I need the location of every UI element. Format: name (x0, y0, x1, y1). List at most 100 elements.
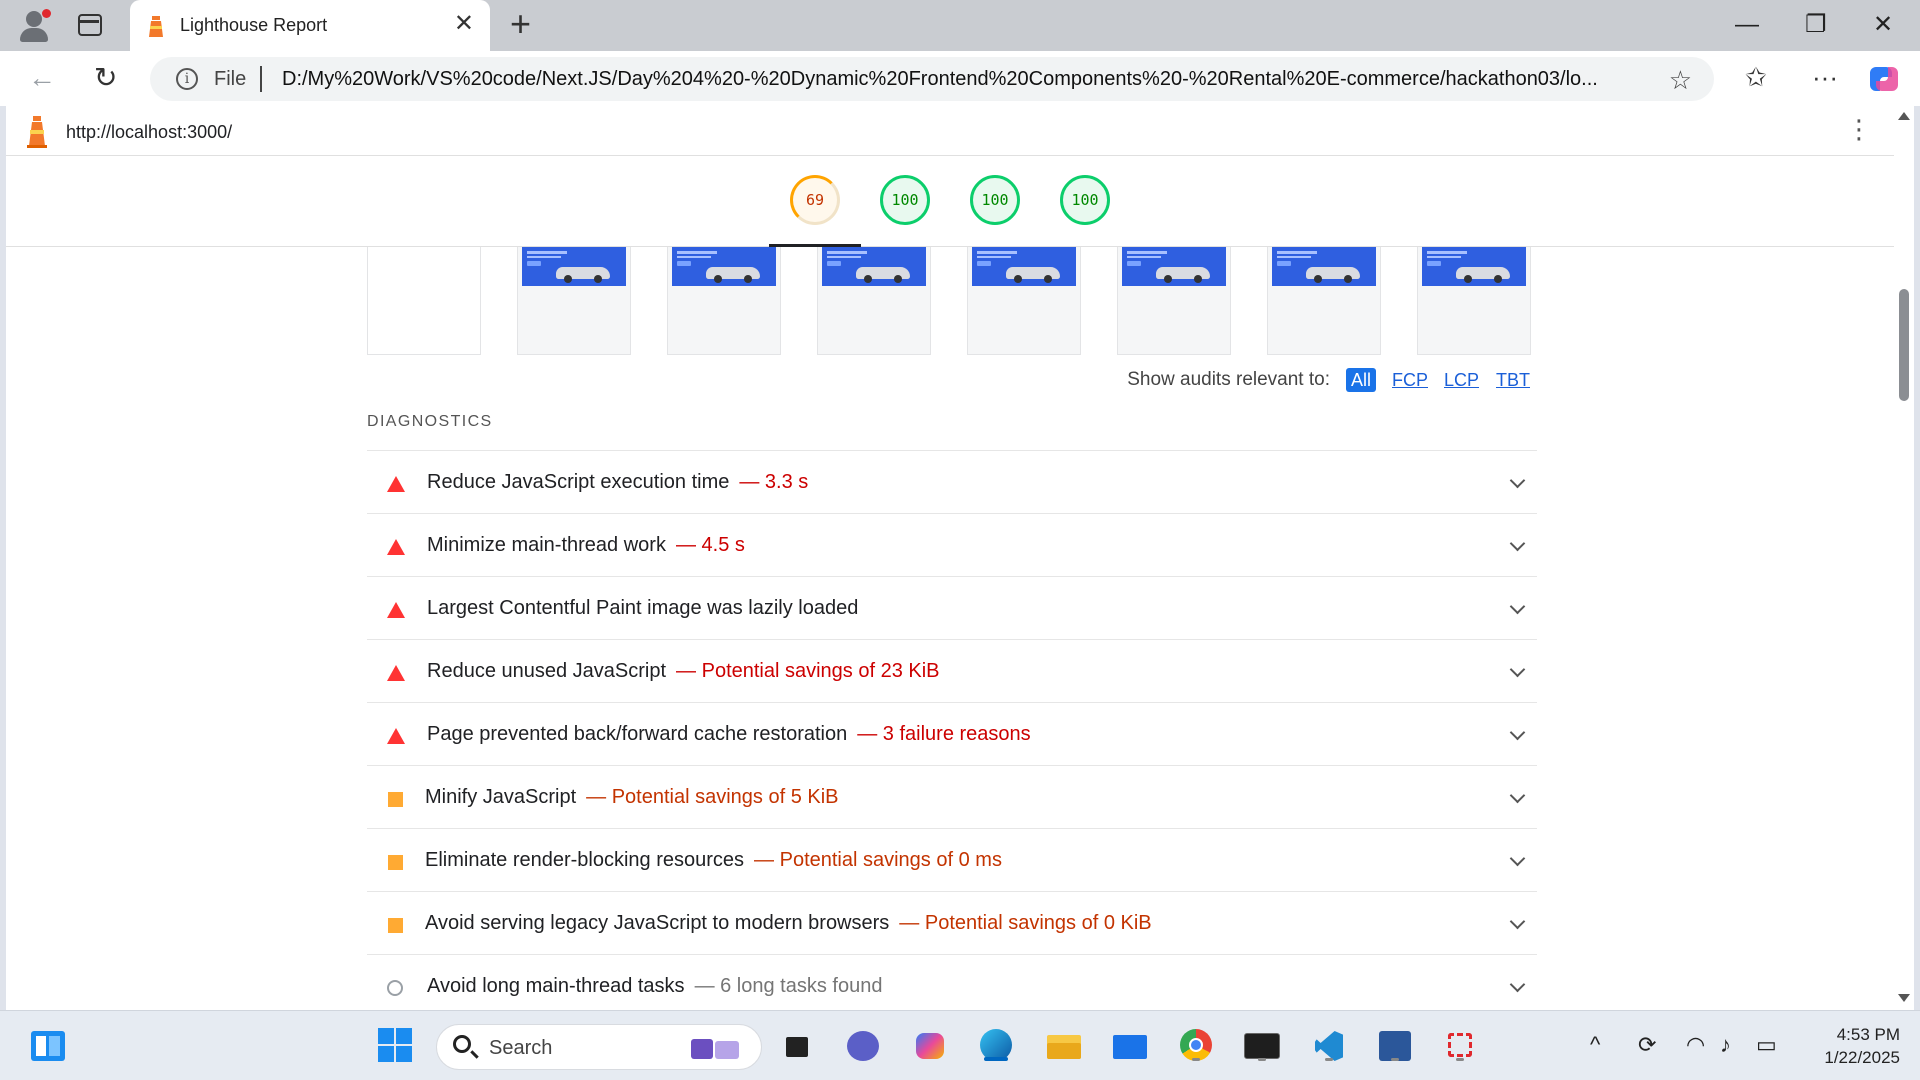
task-view-icon[interactable] (778, 1027, 818, 1065)
chevron-down-icon[interactable] (1509, 976, 1526, 993)
audit-item[interactable]: Avoid long main-thread tasks — 6 long tas… (367, 954, 1537, 1010)
more-options-icon[interactable]: ··· (1812, 61, 1838, 93)
report-menu-icon[interactable]: ⋮ (1846, 116, 1872, 142)
widgets-icon[interactable] (28, 1027, 68, 1065)
page-thumbnail (1422, 247, 1526, 286)
chevron-down-icon[interactable] (1509, 535, 1526, 552)
address-separator (260, 66, 262, 92)
word-icon[interactable] (1375, 1027, 1415, 1065)
audit-detail: — 3 failure reasons (857, 723, 1031, 745)
accessibility-score-gauge[interactable]: 100 (880, 175, 930, 225)
reload-icon[interactable]: ↻ (94, 63, 117, 93)
new-tab-button[interactable]: + (510, 6, 531, 42)
score-gauges: 69 100 100 100 (6, 156, 1906, 247)
favorite-star-icon[interactable]: ☆ (1669, 65, 1692, 96)
taskbar-search[interactable]: Search (436, 1024, 762, 1070)
filter-lcp[interactable]: LCP (1439, 368, 1484, 392)
system-clock[interactable]: 4:53 PM 1/22/2025 (1790, 1023, 1900, 1069)
audit-item[interactable]: Reduce JavaScript execution time — 3.3 s (367, 450, 1537, 513)
wifi-icon[interactable]: ◠ (1686, 1033, 1705, 1057)
audit-detail: — 4.5 s (675, 534, 745, 556)
filter-fcp[interactable]: FCP (1387, 368, 1433, 392)
meet-app-icon[interactable] (843, 1027, 883, 1065)
accessibility-score: 100 (891, 191, 919, 209)
audit-item[interactable]: Avoid serving legacy JavaScript to moder… (367, 891, 1537, 954)
favorites-icon[interactable]: ✩ (1745, 61, 1767, 93)
fail-triangle-icon (387, 602, 405, 618)
filmstrip-frame (1417, 247, 1531, 355)
audit-item[interactable]: Minimize main-thread work — 4.5 s (367, 513, 1537, 576)
scroll-up-icon[interactable] (1898, 112, 1910, 120)
running-indicator (1192, 1058, 1200, 1061)
edge-browser-icon[interactable] (976, 1027, 1016, 1065)
chevron-down-icon[interactable] (1509, 724, 1526, 741)
volume-icon[interactable]: ♪ (1720, 1033, 1731, 1057)
chevron-down-icon[interactable] (1509, 787, 1526, 804)
show-hidden-icons-icon[interactable]: ^ (1590, 1033, 1600, 1057)
chrome-icon[interactable] (1176, 1027, 1216, 1065)
scrollbar-thumb[interactable] (1899, 289, 1909, 401)
audit-item[interactable]: Page prevented back/forward cache restor… (367, 702, 1537, 765)
fail-triangle-icon (387, 476, 405, 492)
report-topbar: http://localhost:3000/ ⋮ (6, 106, 1906, 156)
file-explorer-icon[interactable] (1043, 1027, 1083, 1065)
diagnostics-heading: DIAGNOSTICS (367, 413, 493, 430)
page-scrollbar[interactable] (1894, 106, 1914, 1010)
audit-title: Largest Contentful Paint image was lazil… (427, 597, 859, 619)
tab-close-icon[interactable]: ✕ (454, 12, 474, 36)
profile-avatar-icon[interactable] (16, 8, 52, 44)
copilot-app-icon[interactable] (910, 1027, 950, 1065)
windows-taskbar: Search ^ ⟳ ◠ ♪ ▭ 4:53 PM 1/22/2025 (0, 1010, 1920, 1080)
close-window-icon[interactable]: ✕ (1873, 10, 1893, 40)
page-thumbnail (672, 247, 776, 286)
copilot-icon[interactable] (1868, 63, 1900, 95)
address-url[interactable]: D:/My%20Work/VS%20code/Next.JS/Day%204%2… (282, 68, 1672, 91)
battery-icon[interactable]: ▭ (1756, 1033, 1777, 1057)
performance-score-gauge[interactable]: 69 (790, 175, 840, 225)
average-square-icon (387, 917, 405, 933)
audit-item[interactable]: Minify JavaScript — Potential savings of … (367, 765, 1537, 828)
tab-actions-icon[interactable] (78, 14, 102, 36)
fail-triangle-icon (387, 539, 405, 555)
audit-item[interactable]: Eliminate render-blocking resources — Pot… (367, 828, 1537, 891)
lighthouse-favicon-icon (149, 16, 163, 37)
audit-title: Avoid serving legacy JavaScript to moder… (425, 912, 1152, 934)
filmstrip-frame (667, 247, 781, 355)
chevron-down-icon[interactable] (1509, 913, 1526, 930)
audit-filter: Show audits relevant to: All FCP LCP TBT (367, 365, 1537, 395)
scroll-down-icon[interactable] (1898, 994, 1910, 1002)
filter-tbt[interactable]: TBT (1491, 368, 1535, 392)
best-practices-score-gauge[interactable]: 100 (970, 175, 1020, 225)
chevron-down-icon[interactable] (1509, 850, 1526, 867)
back-icon[interactable]: ← (28, 63, 56, 93)
average-square-icon (387, 791, 405, 807)
info-circle-icon (387, 980, 405, 996)
performance-score: 69 (805, 191, 825, 209)
report-url: http://localhost:3000/ (66, 122, 233, 142)
audit-title: Reduce JavaScript execution time — 3.3 s (427, 471, 809, 493)
filter-all[interactable]: All (1346, 368, 1377, 392)
audit-item[interactable]: Largest Contentful Paint image was lazil… (367, 576, 1537, 639)
filmstrip-frame (1117, 247, 1231, 355)
address-bar[interactable]: i File D:/My%20Work/VS%20code/Next.JS/Da… (150, 57, 1714, 101)
restore-icon[interactable]: ❐ (1805, 10, 1827, 40)
terminal-icon[interactable] (1242, 1027, 1282, 1065)
site-info-icon[interactable]: i (176, 68, 198, 90)
snipping-tool-icon[interactable] (1440, 1027, 1480, 1065)
tab-lighthouse-report[interactable]: Lighthouse Report ✕ (130, 0, 490, 51)
page-thumbnail (972, 247, 1076, 286)
chevron-down-icon[interactable] (1509, 598, 1526, 615)
vscode-icon[interactable] (1309, 1027, 1349, 1065)
chevron-down-icon[interactable] (1509, 472, 1526, 489)
minimize-icon[interactable]: — (1735, 10, 1759, 40)
filmstrip-frame (517, 247, 631, 355)
seo-score-gauge[interactable]: 100 (1060, 175, 1110, 225)
start-windows-icon[interactable] (378, 1028, 412, 1062)
chevron-down-icon[interactable] (1509, 661, 1526, 678)
sync-icon[interactable]: ⟳ (1638, 1033, 1656, 1057)
best-practices-score: 100 (981, 191, 1009, 209)
audit-detail: — 3.3 s (739, 471, 809, 493)
fail-triangle-icon (387, 728, 405, 744)
mail-icon[interactable] (1109, 1027, 1149, 1065)
audit-item[interactable]: Reduce unused JavaScript — Potential savi… (367, 639, 1537, 702)
